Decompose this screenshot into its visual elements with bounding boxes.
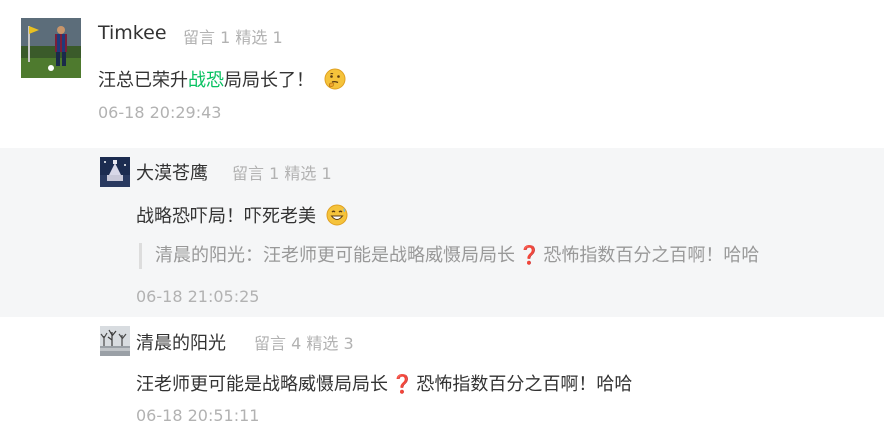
reply-block <box>0 148 884 317</box>
avatar[interactable] <box>100 157 130 187</box>
comment-text-highlight: 战恐 <box>188 70 224 91</box>
reply-text: 战略恐吓局！吓死老美 <box>136 206 316 227</box>
reply-content: 汪老师更可能是战略威慑局局长 ❓ 恐怖指数百分之百啊！哈哈 <box>136 370 632 396</box>
user-name[interactable]: 清晨的阳光 <box>136 329 226 355</box>
reply-time: 06-18 20:51:11 <box>136 406 260 425</box>
reply-time: 06-18 21:05:25 <box>136 287 260 306</box>
user-meta: 留言 1 精选 1 <box>232 164 332 183</box>
comment-text-post: 局局长了！ <box>224 70 314 91</box>
comment-time: 06-18 20:29:43 <box>98 103 222 122</box>
reply-text-post: 恐怖指数百分之百啊！哈哈 <box>416 374 633 395</box>
question-mark-icon: ❓ <box>391 374 414 395</box>
user-name[interactable]: Timkee <box>98 22 167 44</box>
comment-main: Timkee 留言 1 精选 1 汪总已荣升战恐局局长了！ 06-18 20:2… <box>0 0 884 148</box>
comment-content: 汪总已荣升战恐局局长了！ <box>98 66 346 95</box>
comment-text-pre: 汪总已荣升 <box>98 70 188 91</box>
user-meta: 留言 1 精选 1 <box>183 28 283 47</box>
grinning-sweat-icon <box>326 204 348 231</box>
reply-content: 战略恐吓局！吓死老美 <box>136 202 348 231</box>
quoted-reply: 清晨的阳光：汪老师更可能是战略威慑局局长 ❓ 恐怖指数百分之百啊！哈哈 <box>139 243 759 269</box>
user-name[interactable]: 大漠苍鹰 <box>136 159 208 185</box>
avatar[interactable] <box>21 18 81 78</box>
quote-text-pre: 清晨的阳光：汪老师更可能是战略威慑局局长 <box>155 245 515 266</box>
question-mark-icon: ❓ <box>518 245 541 266</box>
reply-text-pre: 汪老师更可能是战略威慑局局长 <box>136 374 388 395</box>
thinking-face-icon <box>324 68 346 95</box>
quote-text-post: 恐怖指数百分之百啊！哈哈 <box>543 245 760 266</box>
user-meta: 留言 4 精选 3 <box>254 334 354 353</box>
avatar[interactable] <box>100 326 130 356</box>
